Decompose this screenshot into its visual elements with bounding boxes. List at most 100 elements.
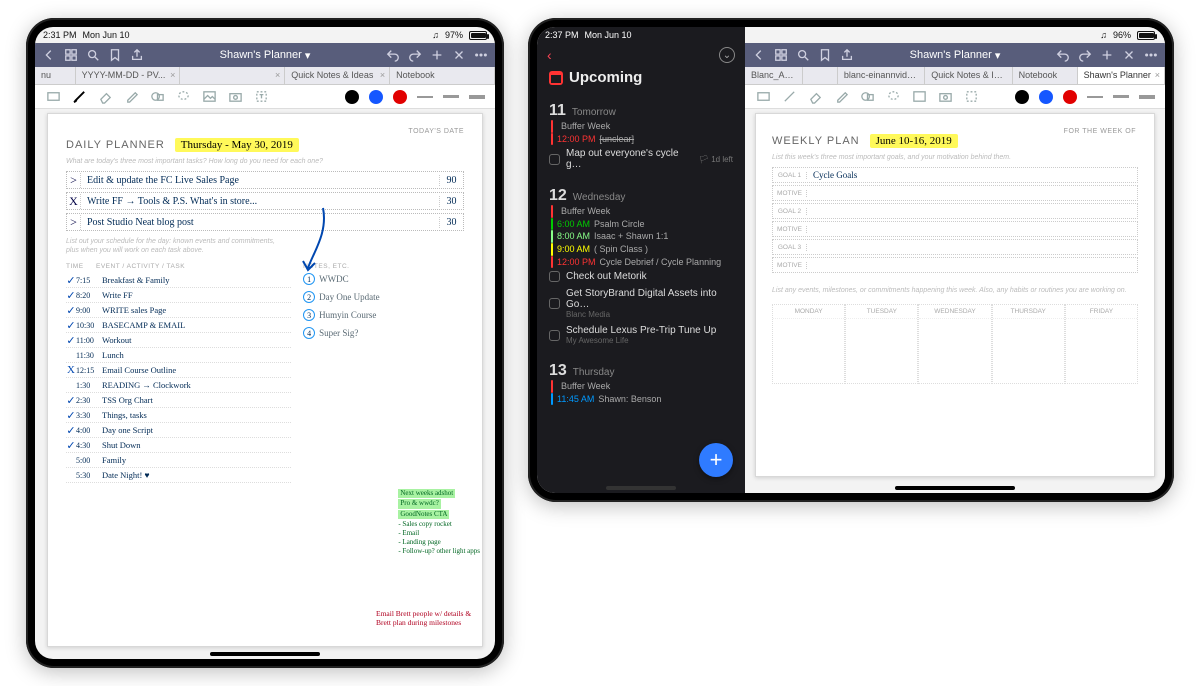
close-icon[interactable] — [451, 47, 467, 63]
share-icon[interactable] — [129, 47, 145, 63]
stroke-thin[interactable] — [1087, 96, 1103, 98]
add-todo-button[interactable]: + — [699, 443, 733, 477]
add-icon[interactable] — [429, 47, 445, 63]
text-tool-icon[interactable] — [963, 89, 979, 105]
tab[interactable]: Shawn's Planner× — [1078, 67, 1165, 84]
schedule-time: 12:15 — [76, 366, 102, 375]
todo-item[interactable]: Map out everyone's cycle g…🏳 1d left — [549, 145, 733, 173]
schedule-check: X — [66, 364, 76, 376]
close-icon[interactable] — [1121, 47, 1137, 63]
checkbox[interactable] — [549, 271, 560, 282]
bookmark-icon[interactable] — [107, 47, 123, 63]
weekly-page[interactable]: FOR THE WEEK OF WEEKLY PLAN June 10-16, … — [755, 113, 1155, 477]
stroke-mid[interactable] — [1113, 95, 1129, 98]
search-icon[interactable] — [795, 47, 811, 63]
shape-tool-icon[interactable] — [149, 89, 165, 105]
color-blue[interactable] — [1039, 90, 1053, 104]
red-annotation: Email Brett people w/ details & Brett pl… — [376, 609, 476, 629]
schedule-time: 2:30 — [76, 396, 102, 405]
undo-icon[interactable] — [1055, 47, 1071, 63]
camera-tool-icon[interactable] — [227, 89, 243, 105]
checkbox[interactable] — [549, 154, 560, 165]
checkbox[interactable] — [549, 298, 560, 309]
close-tab-icon[interactable]: × — [380, 70, 385, 80]
close-tab-icon[interactable]: × — [1155, 70, 1160, 80]
todo-item[interactable]: Schedule Lexus Pre-Trip Tune UpMy Awesom… — [549, 322, 733, 348]
zoom-tool-icon[interactable] — [45, 89, 61, 105]
tab[interactable]: YYYY-MM-DD - PV...× — [76, 67, 181, 84]
goal-label: MOTIVE — [773, 262, 807, 269]
back-icon[interactable] — [41, 47, 57, 63]
grid-icon[interactable] — [773, 47, 789, 63]
schedule-row: ✓ 2:30 TSS Org Chart — [66, 393, 291, 408]
highlighter-tool-icon[interactable] — [833, 89, 849, 105]
eraser-tool-icon[interactable] — [807, 89, 823, 105]
grid-icon[interactable] — [63, 47, 79, 63]
schedule-time: 5:00 — [76, 456, 102, 465]
text-tool-icon[interactable] — [253, 89, 269, 105]
stroke-thin[interactable] — [417, 96, 433, 98]
highlighter-tool-icon[interactable] — [123, 89, 139, 105]
search-icon[interactable] — [85, 47, 101, 63]
add-icon[interactable] — [1099, 47, 1115, 63]
day-block: 12Wednesday Buffer Week6:00 AMPsalm Circ… — [537, 181, 745, 356]
headphones-icon: ♫ — [1100, 30, 1107, 40]
todo-item[interactable]: Check out Metorik — [549, 268, 733, 285]
tab[interactable] — [803, 67, 838, 84]
share-icon[interactable] — [839, 47, 855, 63]
tab[interactable]: Quick Notes & Ideas× — [285, 67, 390, 84]
checkbox[interactable] — [549, 330, 560, 341]
undo-icon[interactable] — [385, 47, 401, 63]
tab[interactable]: Notebook — [1013, 67, 1078, 84]
stroke-thick[interactable] — [469, 95, 485, 99]
eraser-tool-icon[interactable] — [97, 89, 113, 105]
stroke-mid[interactable] — [443, 95, 459, 98]
redo-icon[interactable] — [1077, 47, 1093, 63]
week-grid: MONDAYTUESDAYWEDNESDAYTHURSDAYFRIDAY — [772, 304, 1138, 384]
color-red[interactable] — [1063, 90, 1077, 104]
page-title: DAILY PLANNER — [66, 139, 165, 151]
more-icon[interactable] — [473, 47, 489, 63]
tab[interactable]: Blanc_An... — [745, 67, 803, 84]
stroke-thick[interactable] — [1139, 95, 1155, 99]
back-icon[interactable]: ‹ — [547, 47, 552, 63]
tab[interactable]: Quick Notes & Ideas — [925, 67, 1012, 84]
filter-icon[interactable]: ⌄ — [719, 47, 735, 63]
ipad-screen: 2:31 PM Mon Jun 10 ♫ 97% Shawn's Planner… — [35, 27, 495, 659]
day-block: 13Thursday Buffer Week11:45 AMShawn: Ben… — [537, 356, 745, 413]
back-icon[interactable] — [751, 47, 767, 63]
lasso-tool-icon[interactable] — [175, 89, 191, 105]
close-tab-icon[interactable]: × — [170, 70, 175, 80]
tab-strip: Blanc_An... blanc-einannvidden... Quick … — [745, 67, 1165, 85]
shape-tool-icon[interactable] — [859, 89, 875, 105]
tab[interactable]: blanc-einannvidden... — [838, 67, 925, 84]
tab[interactable]: Notebook — [390, 67, 495, 84]
schedule-row: ✓ 4:30 Shut Down — [66, 438, 291, 453]
document-title[interactable]: Shawn's Planner▾ — [151, 49, 379, 62]
tab[interactable]: nu — [35, 67, 76, 84]
color-black[interactable] — [1015, 90, 1029, 104]
color-black[interactable] — [345, 90, 359, 104]
goal-text: Cycle Goals — [807, 170, 1137, 180]
status-bar: 2:37 PM Mon Jun 10 — [537, 27, 745, 43]
redo-icon[interactable] — [407, 47, 423, 63]
schedule-activity: WRITE sales Page — [102, 305, 291, 315]
pen-tool-icon[interactable] — [781, 89, 797, 105]
week-day-label: THURSDAY — [993, 305, 1064, 319]
pen-tool-icon[interactable] — [71, 89, 87, 105]
zoom-tool-icon[interactable] — [755, 89, 771, 105]
image-tool-icon[interactable] — [911, 89, 927, 105]
document-title[interactable]: Shawn's Planner▾ — [861, 49, 1049, 62]
todo-item[interactable]: Get StoryBrand Digital Assets into Go…Bl… — [549, 285, 733, 322]
more-icon[interactable] — [1143, 47, 1159, 63]
tab[interactable]: × — [180, 67, 285, 84]
color-blue[interactable] — [369, 90, 383, 104]
bookmark-icon[interactable] — [817, 47, 833, 63]
close-tab-icon[interactable]: × — [275, 70, 280, 80]
color-red[interactable] — [393, 90, 407, 104]
planner-page[interactable]: TODAY'S DATE DAILY PLANNER Thursday - Ma… — [47, 113, 483, 647]
goal-row: GOAL 2 — [772, 203, 1138, 219]
camera-tool-icon[interactable] — [937, 89, 953, 105]
lasso-tool-icon[interactable] — [885, 89, 901, 105]
image-tool-icon[interactable] — [201, 89, 217, 105]
